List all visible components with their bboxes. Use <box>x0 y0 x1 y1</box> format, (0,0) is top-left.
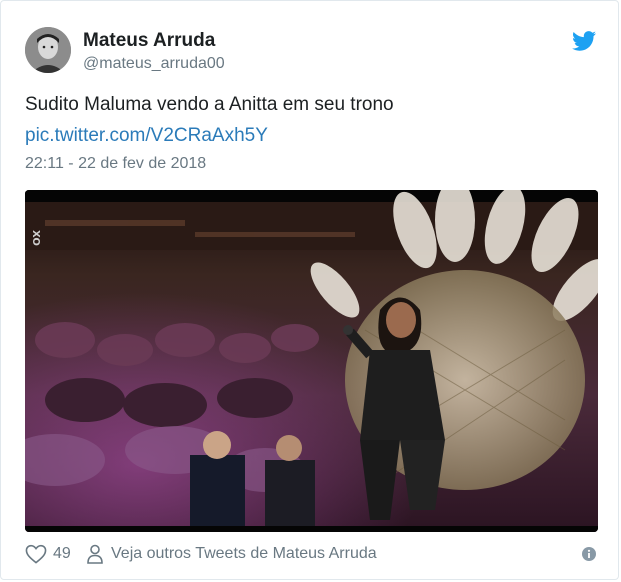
tweet-footer: 49 Veja outros Tweets de Mateus Arruda <box>25 542 598 568</box>
like-action[interactable]: 49 <box>25 544 71 564</box>
more-tweets-link[interactable]: Veja outros Tweets de Mateus Arruda <box>87 544 377 564</box>
avatar[interactable] <box>25 27 71 73</box>
video-watermark: XO <box>30 230 41 246</box>
user-display-name[interactable]: Mateus Arruda <box>83 30 215 52</box>
info-icon[interactable] <box>582 547 596 561</box>
video-frame: XO <box>25 190 598 532</box>
tweet-timestamp[interactable]: 22:11 - 22 de fev de 2018 <box>25 155 206 173</box>
embedded-video[interactable]: XO <box>25 190 598 532</box>
more-tweets-label: Veja outros Tweets de Mateus Arruda <box>111 545 377 562</box>
like-count: 49 <box>53 545 71 562</box>
tweet-text: Sudito Maluma vendo a Anitta em seu tron… <box>25 94 394 115</box>
avatar-image <box>25 27 71 73</box>
user-handle[interactable]: @mateus_arruda00 <box>83 55 225 73</box>
person-icon <box>87 544 103 564</box>
heart-icon[interactable] <box>25 544 47 564</box>
media-link[interactable]: pic.twitter.com/V2CRaAxh5Y <box>25 125 268 147</box>
twitter-bird-icon[interactable] <box>572 31 596 51</box>
tweet-card: Mateus Arruda @mateus_arruda00 Sudito Ma… <box>0 0 619 580</box>
